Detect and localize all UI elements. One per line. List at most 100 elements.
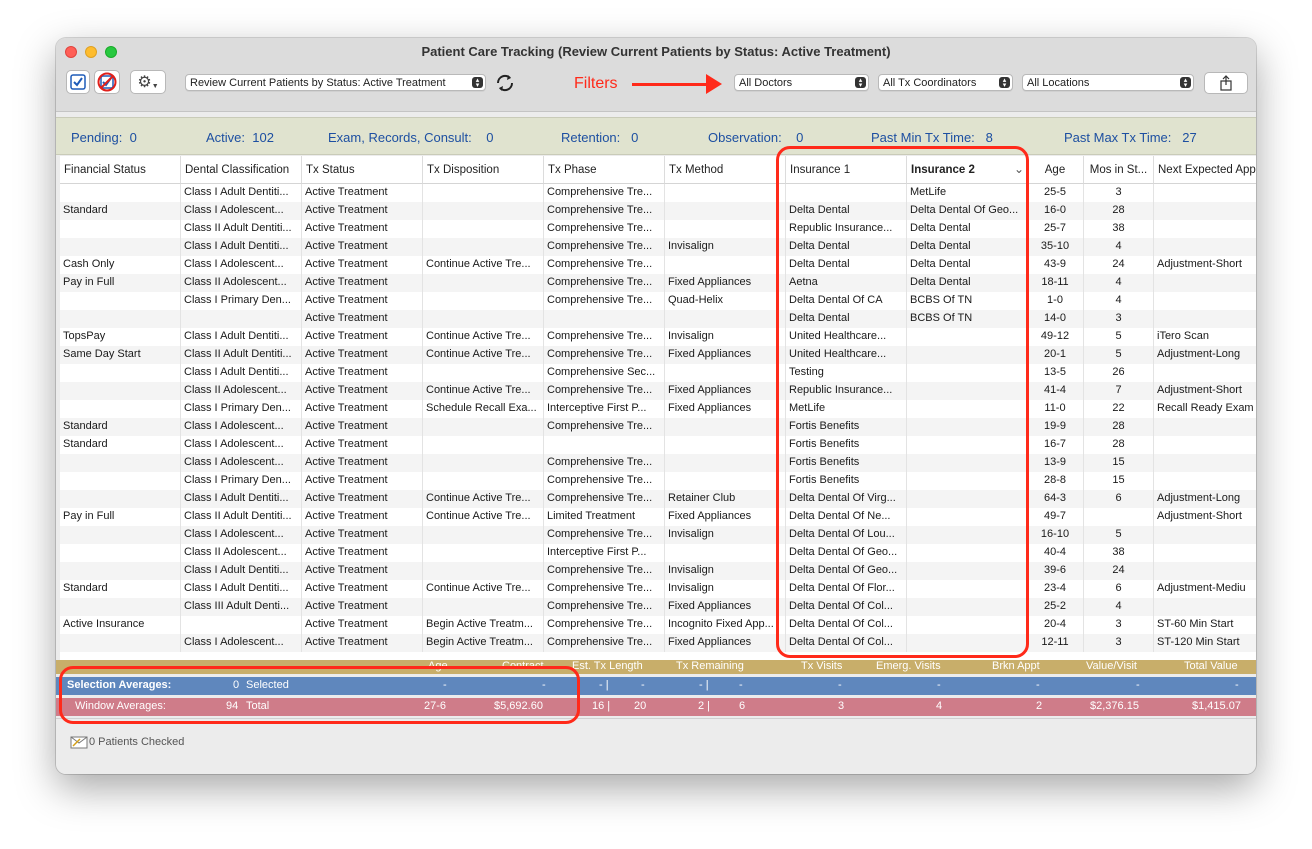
share-button[interactable] <box>1204 72 1248 94</box>
column-header[interactable]: Insurance 2 <box>907 156 1027 184</box>
table-row[interactable]: Standard Class I Adolescent... Active Trea… <box>60 436 1256 454</box>
column-header[interactable]: Age <box>1027 156 1084 184</box>
table-row[interactable]: Class III Adult Denti... Active Treatment… <box>60 598 1256 616</box>
table-cell: Class I Adult Dentiti... <box>181 238 302 256</box>
table-cell <box>907 616 1027 634</box>
table-cell: Comprehensive Tre... <box>544 184 665 202</box>
select-chevron-icon: ▴ ▾ <box>999 77 1010 89</box>
table-cell: Interceptive First P... <box>544 400 665 418</box>
table-cell: Delta Dental Of Lou... <box>786 526 907 544</box>
table-cell: 3 <box>1084 184 1154 202</box>
table-cell <box>665 310 786 328</box>
table-cell <box>907 454 1027 472</box>
table-cell: Pay in Full <box>60 508 181 526</box>
selection-est-tx-length: - | <box>599 679 609 691</box>
table-cell: Delta Dental <box>786 256 907 274</box>
column-header[interactable]: Next Expected App <box>1154 156 1256 184</box>
table-row[interactable]: Active Insurance Active Treatment Begin Ac… <box>60 616 1256 634</box>
table-cell: Delta Dental <box>786 238 907 256</box>
table-cell: 18-11 <box>1027 274 1084 292</box>
table-row[interactable]: TopsPay Class I Adult Dentiti... Active Tr… <box>60 328 1256 346</box>
table-row[interactable]: Class II Adult Dentiti... Active Treatmen… <box>60 220 1256 238</box>
window-tx-remaining: 2 | <box>698 700 711 712</box>
table-cell: Continue Active Tre... <box>423 328 544 346</box>
table-row[interactable]: Pay in Full Class II Adult Dentiti... Acti… <box>60 508 1256 526</box>
table-row[interactable]: Class I Adult Dentiti... Active Treatment… <box>60 562 1256 580</box>
table-row[interactable]: Standard Class I Adolescent... Active Trea… <box>60 202 1256 220</box>
table-cell: Invisalign <box>665 328 786 346</box>
table-row[interactable]: Class I Adult Dentiti... Active Treatment… <box>60 238 1256 256</box>
column-header[interactable]: Tx Method <box>665 156 786 184</box>
selection-averages-row: Selection Averages: 0 Selected - - - | -… <box>56 677 1256 695</box>
location-select[interactable]: All Locations ▴ ▾ <box>1022 74 1194 91</box>
table-cell: Invisalign <box>665 526 786 544</box>
table-row[interactable]: Class I Primary Den... Active Treatment Sc… <box>60 400 1256 418</box>
doctor-select[interactable]: All Doctors ▴ ▾ <box>734 74 869 91</box>
table-cell: MetLife <box>907 184 1027 202</box>
table-row[interactable]: Standard Class I Adult Dentiti... Active T… <box>60 580 1256 598</box>
patients-checked-text: 0 Patients Checked <box>89 736 185 748</box>
table-row[interactable]: Class I Primary Den... Active Treatment Co… <box>60 292 1256 310</box>
table-cell <box>60 490 181 508</box>
table-cell: 26 <box>1084 364 1154 382</box>
table-row[interactable]: Class I Adolescent... Active Treatment Com… <box>60 454 1256 472</box>
summary-observation: Observation: 0 <box>708 130 804 145</box>
table-row[interactable]: Class II Adolescent... Active Treatment Co… <box>60 382 1256 400</box>
window-tx-visits: 3 <box>838 700 845 712</box>
column-header[interactable]: Tx Status <box>302 156 423 184</box>
table-cell: Delta Dental <box>907 220 1027 238</box>
table-row[interactable]: Class II Adolescent... Active Treatment In… <box>60 544 1256 562</box>
table-row[interactable]: Active Treatment Delta Dental BCBS Of TN 14… <box>60 310 1256 328</box>
table-row[interactable]: Class I Adolescent... Active Treatment Com… <box>60 526 1256 544</box>
table-cell: Comprehensive Tre... <box>544 382 665 400</box>
table-cell: Delta Dental Of CA <box>786 292 907 310</box>
table-cell: Active Treatment <box>302 274 423 292</box>
uncheck-all-button[interactable] <box>94 70 120 94</box>
column-header[interactable]: Insurance 1 <box>786 156 907 184</box>
table-cell: Active Treatment <box>302 508 423 526</box>
table-row[interactable]: Pay in Full Class II Adolescent... Active … <box>60 274 1256 292</box>
table-row[interactable]: Class I Primary Den... Active Treatment Co… <box>60 472 1256 490</box>
status-summary-bar: Pending: 0 Active: 102 Exam, Records, Co… <box>56 117 1256 155</box>
status-bar: 0 Patients Checked <box>56 718 1256 774</box>
column-header[interactable]: Tx Phase <box>544 156 665 184</box>
table-cell <box>60 310 181 328</box>
table-row[interactable]: Class I Adolescent... Active Treatment Beg… <box>60 634 1256 652</box>
table-cell <box>1154 418 1256 436</box>
table-row[interactable]: Class I Adult Dentiti... Active Treatment… <box>60 364 1256 382</box>
table-cell <box>1154 292 1256 310</box>
chevron-down-icon: ▼ <box>151 82 159 90</box>
view-select[interactable]: Review Current Patients by Status: Activ… <box>185 74 486 91</box>
column-header[interactable]: Financial Status <box>60 156 181 184</box>
summary-past-max: Past Max Tx Time: 27 <box>1064 130 1197 145</box>
table-cell: 49-12 <box>1027 328 1084 346</box>
table-cell: Class I Primary Den... <box>181 400 302 418</box>
settings-menu-button[interactable]: ⚙ ▼ <box>130 70 166 94</box>
refresh-button[interactable] <box>494 72 516 94</box>
table-row[interactable]: Class I Adult Dentiti... Active Treatment… <box>60 490 1256 508</box>
table-cell: TopsPay <box>60 328 181 346</box>
table-cell <box>1154 202 1256 220</box>
table-cell <box>665 184 786 202</box>
column-header[interactable]: Dental Classification <box>181 156 302 184</box>
table-cell <box>786 184 907 202</box>
footer-header-age: Age <box>428 660 448 672</box>
table-cell <box>544 310 665 328</box>
table-row[interactable]: Same Day Start Class II Adult Dentiti... A… <box>60 346 1256 364</box>
check-all-button[interactable] <box>66 70 90 94</box>
table-row[interactable]: Class I Adult Dentiti... Active Treatment… <box>60 184 1256 202</box>
window-age: 27-6 <box>424 700 447 712</box>
table-cell <box>60 562 181 580</box>
table-cell: Delta Dental Of Col... <box>786 616 907 634</box>
table-row[interactable]: Standard Class I Adolescent... Active Trea… <box>60 418 1256 436</box>
table-cell: Standard <box>60 436 181 454</box>
coordinator-select-value: All Tx Coordinators <box>883 77 977 89</box>
coordinator-select[interactable]: All Tx Coordinators ▴ ▾ <box>878 74 1013 91</box>
table-cell: 11-0 <box>1027 400 1084 418</box>
column-header[interactable]: Tx Disposition <box>423 156 544 184</box>
table-cell <box>423 598 544 616</box>
table-cell: Limited Treatment <box>544 508 665 526</box>
column-header[interactable]: Mos in St... <box>1084 156 1154 184</box>
table-row[interactable]: Cash Only Class I Adolescent... Active Tre… <box>60 256 1256 274</box>
table-cell: Class II Adolescent... <box>181 382 302 400</box>
